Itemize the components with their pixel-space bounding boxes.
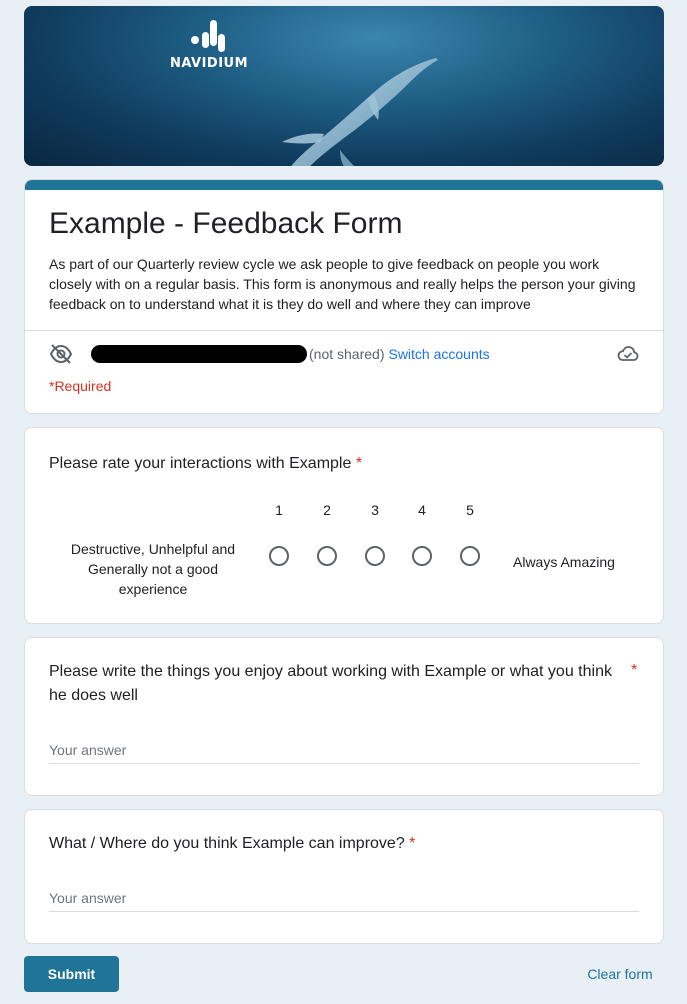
not-shared-label: (not shared) — [309, 346, 385, 362]
redacted-email — [91, 345, 307, 363]
question-card-improve: What / Where do you think Example can im… — [24, 809, 664, 944]
required-mark: * — [409, 835, 416, 852]
enjoy-answer-input[interactable] — [49, 737, 639, 764]
switch-accounts-link[interactable]: Switch accounts — [388, 346, 489, 362]
cloud-check-icon — [617, 346, 639, 361]
scale-label-3: 3 — [371, 502, 379, 518]
question-title: Please rate your interactions with Examp… — [49, 452, 362, 476]
rating-radio-5[interactable] — [460, 546, 480, 566]
logo-mark-icon — [191, 20, 225, 52]
improve-answer-input[interactable] — [49, 885, 639, 912]
rating-radio-2[interactable] — [317, 546, 337, 566]
divider — [25, 330, 663, 331]
question-title-line-1: Please write the things you enjoy about … — [49, 663, 612, 680]
question-title: What / Where do you think Example can im… — [49, 832, 415, 856]
question-card-rating: Please rate your interactions with Examp… — [24, 427, 664, 624]
required-mark: * — [631, 662, 638, 679]
navidium-logo: NAVIDIUM — [164, 20, 254, 71]
form-description: As part of our Quarterly review cycle we… — [49, 256, 636, 312]
rating-radio-3[interactable] — [365, 546, 385, 566]
dolphin-image — [282, 58, 438, 166]
scale-label-4: 4 — [418, 502, 426, 518]
header-accent-bar — [25, 180, 663, 190]
header-banner: NAVIDIUM — [24, 6, 664, 166]
scale-label-5: 5 — [466, 502, 474, 518]
scale-label-1: 1 — [275, 502, 283, 518]
rating-radio-1[interactable] — [269, 546, 289, 566]
question-card-enjoy: Please write the things you enjoy about … — [24, 637, 664, 796]
form-header-card: Example - Feedback Form As part of our Q… — [24, 179, 664, 414]
submit-button[interactable]: Submit — [24, 956, 119, 992]
required-note: *Required — [49, 378, 112, 394]
clear-form-button[interactable]: Clear form — [574, 956, 666, 992]
scale-label-2: 2 — [323, 502, 331, 518]
question-title-line-2: he does well — [49, 687, 138, 704]
rating-radio-4[interactable] — [412, 546, 432, 566]
brand-name: NAVIDIUM — [169, 56, 249, 71]
question-title-text: Please rate your interactions with Examp… — [49, 455, 352, 472]
question-title-text: What / Where do you think Example can im… — [49, 835, 405, 852]
form-title: Example - Feedback Form — [49, 207, 403, 240]
account-row: (not shared) Switch accounts — [49, 343, 639, 365]
scale-high-label: Always Amazing — [513, 554, 615, 570]
eye-off-icon — [49, 344, 73, 364]
scale-low-label: Destructive, Unhelpful and Generally not… — [70, 541, 236, 597]
required-mark: * — [355, 455, 363, 472]
